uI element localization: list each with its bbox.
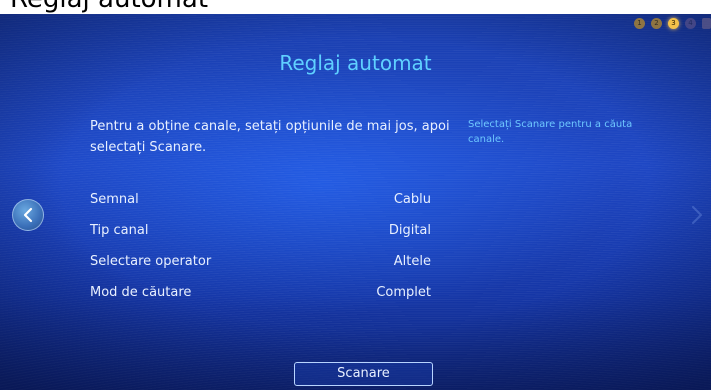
setting-row-signal[interactable]: Semnal Cablu (90, 184, 431, 215)
page-title: Reglaj automat (279, 51, 432, 75)
step-indicator-active: 3 (668, 18, 679, 29)
step-indicators: 1 2 3 4 (634, 18, 711, 29)
setting-label: Semnal (90, 192, 139, 207)
tv-screen: 1 2 3 4 Reglaj automat Pentru a obține c… (0, 14, 711, 390)
setting-label: Selectare operator (90, 254, 212, 269)
step-indicator: 1 (634, 18, 645, 29)
setting-value: Cablu (393, 192, 431, 207)
setting-row-search-mode[interactable]: Mod de căutare Complet (90, 277, 431, 308)
setting-label: Tip canal (90, 223, 149, 238)
chevron-right-icon[interactable] (687, 204, 707, 226)
help-text: Selectați Scanare pentru a căuta canale. (468, 119, 633, 145)
chevron-left-icon[interactable] (12, 199, 44, 231)
step-indicator: 2 (651, 18, 662, 29)
caption-strip: Reglaj automat (0, 0, 711, 14)
setting-label: Mod de căutare (90, 285, 192, 300)
setting-value: Complet (376, 285, 431, 300)
setting-value: Digital (388, 223, 431, 238)
instruction-text: Pentru a obține canale, setați opțiunile… (90, 119, 450, 155)
step-indicator-end (702, 18, 711, 29)
settings-list: Semnal Cablu Tip canal Digital Selectare… (90, 184, 431, 308)
caption-text: Reglaj automat (10, 0, 208, 12)
setting-value: Altele (393, 254, 431, 269)
setting-row-operator[interactable]: Selectare operator Altele (90, 246, 431, 277)
setting-row-channel-type[interactable]: Tip canal Digital (90, 215, 431, 246)
step-indicator: 4 (685, 18, 696, 29)
scan-button[interactable]: Scanare (294, 362, 433, 386)
